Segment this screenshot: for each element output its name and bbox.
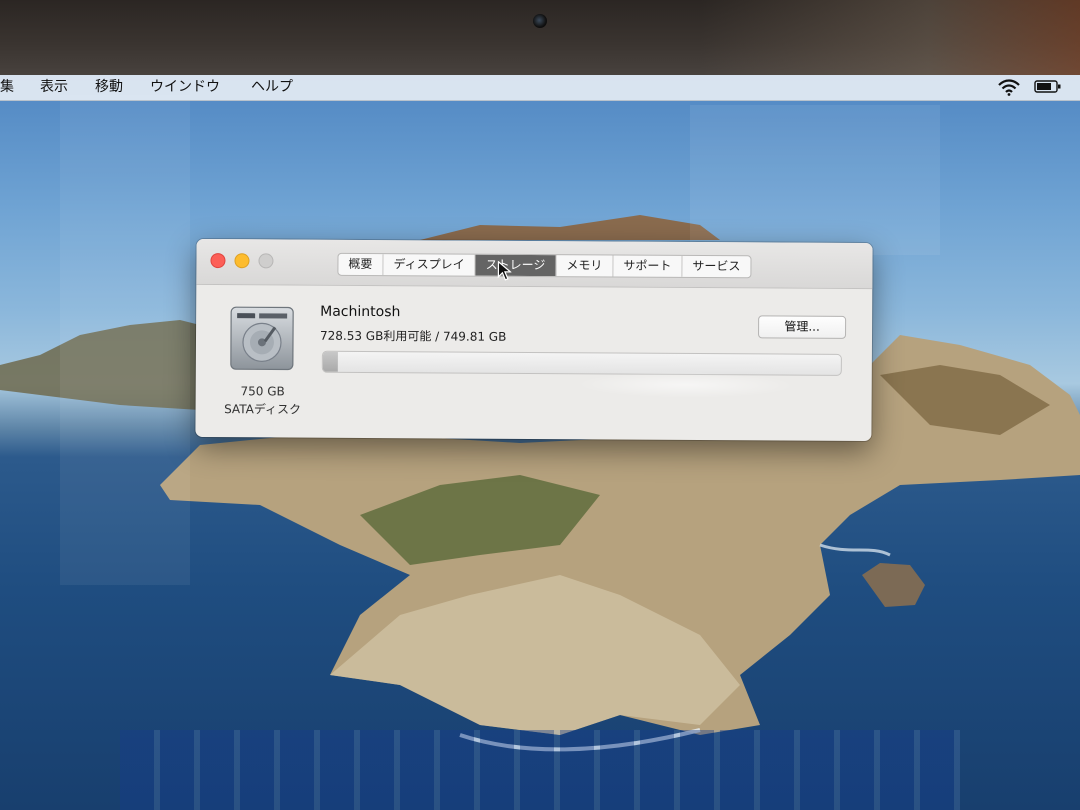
keyboard-reflection — [120, 730, 960, 810]
screen-glare — [575, 371, 796, 399]
menu-bar: 集 表示 移動 ウインドウ ヘルプ — [0, 75, 1080, 101]
tab-display[interactable]: ディスプレイ — [383, 254, 476, 276]
manage-button[interactable]: 管理... — [758, 315, 847, 339]
title-bar[interactable]: 概要 ディスプレイ ストレージ メモリ サポート サービス — [196, 238, 873, 290]
bezel-reflection — [700, 0, 1080, 80]
disk-capacity: 750 GB — [240, 384, 285, 399]
disk-type: SATAディスク — [224, 402, 302, 417]
hard-disk-icon — [229, 305, 295, 375]
menu-window[interactable]: ウインドウ — [150, 77, 220, 97]
arrow-cursor-icon — [497, 260, 513, 285]
tab-support[interactable]: サポート — [613, 255, 683, 277]
minimize-button[interactable] — [234, 253, 250, 269]
zoom-button[interactable] — [258, 253, 274, 269]
tab-storage[interactable]: ストレージ — [475, 254, 557, 277]
menu-help[interactable]: ヘルプ — [251, 77, 293, 97]
about-this-mac-window: 概要 ディスプレイ ストレージ メモリ サポート サービス 750 GB SAT… — [195, 238, 873, 442]
tab-service[interactable]: サービス — [682, 256, 750, 277]
screen-bezel — [0, 0, 1080, 80]
menu-view[interactable]: 表示 — [40, 77, 68, 97]
tab-overview[interactable]: 概要 — [338, 253, 384, 276]
tab-bar: 概要 ディスプレイ ストレージ メモリ サポート サービス — [337, 252, 752, 279]
camera — [533, 14, 547, 28]
tab-memory[interactable]: メモリ — [556, 255, 614, 277]
storage-used-segment — [322, 351, 338, 372]
volume-name: Machintosh — [320, 303, 401, 321]
volume-usage-text: 728.53 GB利用可能 / 749.81 GB — [319, 328, 507, 344]
wifi-icon[interactable] — [998, 79, 1020, 100]
island-wallpaper-art — [0, 95, 1080, 752]
menu-edit[interactable]: 集 — [0, 77, 14, 97]
battery-icon[interactable] — [1034, 79, 1062, 98]
menu-go[interactable]: 移動 — [95, 77, 123, 97]
close-button[interactable] — [210, 253, 226, 269]
